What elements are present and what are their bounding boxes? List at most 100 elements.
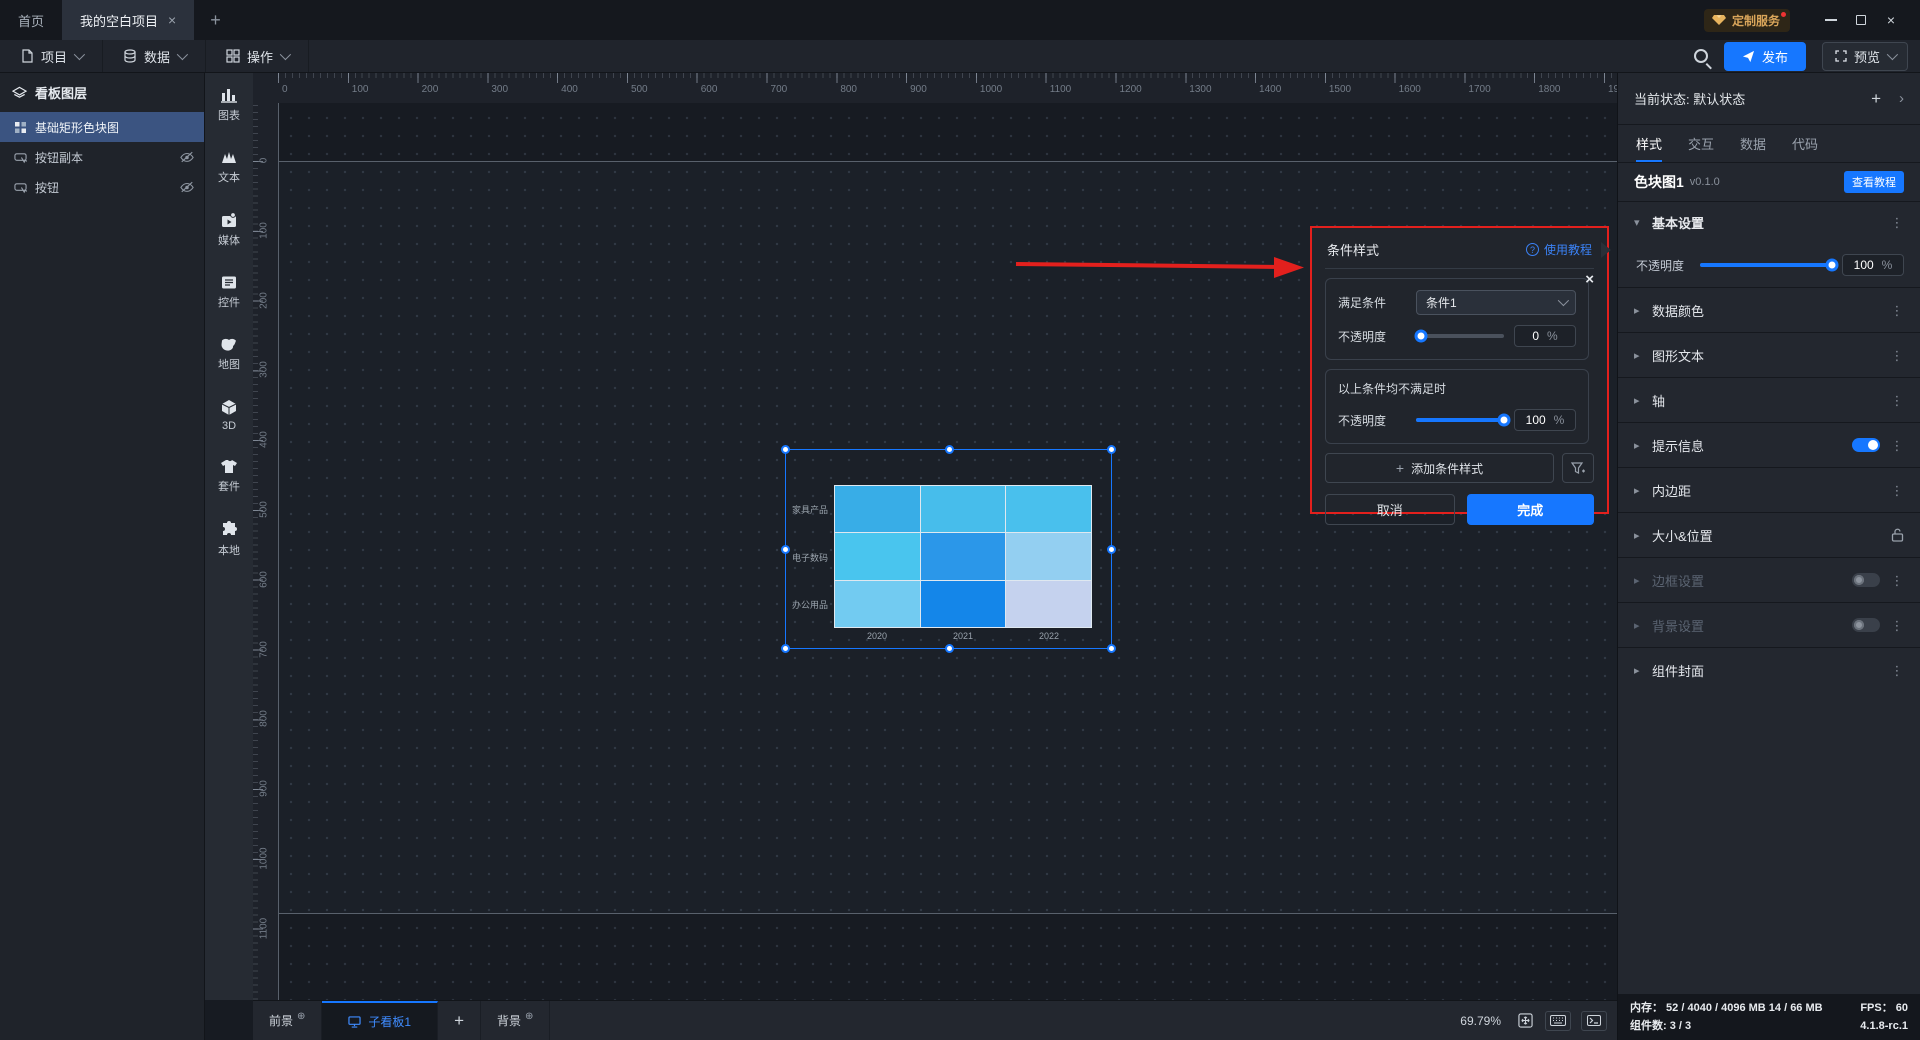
section-cover[interactable]: ▸ 组件封面 ⋮ [1618,647,1920,692]
resize-handle[interactable] [781,644,790,653]
toolbox-item-charts[interactable]: 图表 [218,87,240,123]
remove-condition-icon[interactable]: × [1585,272,1594,287]
filter-button[interactable] [1562,453,1594,483]
menu-data[interactable]: 数据 [103,40,206,72]
custom-service-label: 定制服务 [1732,12,1780,29]
section-basic-settings[interactable]: ▾ 基本设置 ⋮ [1618,201,1920,243]
toolbox-item-local[interactable]: 本地 [218,521,240,558]
ruler-label: 300 [491,84,508,95]
section-menu-icon[interactable]: ⋮ [1890,308,1904,313]
section-label: 组件封面 [1652,661,1704,680]
add-background-icon[interactable]: ⊕ [525,1011,533,1022]
section-graph-text[interactable]: ▸ 图形文本 ⋮ [1618,332,1920,377]
confirm-button[interactable]: 完成 [1467,494,1595,525]
ruler-label: 1000 [259,846,270,870]
fit-view-button[interactable] [1515,1011,1535,1031]
tab-interaction[interactable]: 交互 [1688,125,1714,162]
layer-item-button-copy[interactable]: 按钮副本 [0,142,204,172]
eye-off-icon[interactable] [180,181,194,193]
tab-home[interactable]: 首页 [0,0,62,40]
toolbox-item-media[interactable]: 媒体 [218,212,240,248]
collapse-arrow-icon: ▾ [1634,216,1644,229]
canvas[interactable]: 0100200300400500600700800900100011001200… [253,73,1617,1000]
condition-opacity-input[interactable]: 0% [1514,325,1576,347]
section-menu-icon[interactable]: ⋮ [1890,398,1904,403]
maximize-button[interactable] [1846,12,1876,28]
condition-opacity-slider[interactable] [1416,334,1504,338]
section-menu-icon[interactable]: ⋮ [1890,353,1904,358]
section-tooltip[interactable]: ▸ 提示信息 ⋮ [1618,422,1920,467]
tutorial-link[interactable]: ? 使用教程 [1526,241,1592,258]
eye-off-icon[interactable] [180,151,194,163]
foreground-tab[interactable]: 前景⊕ [253,1001,322,1040]
lock-icon[interactable] [1891,528,1904,542]
toolbox-item-text[interactable]: 文本 [218,150,240,185]
widget-icon [220,275,238,290]
layer-item-colorblock[interactable]: 基础矩形色块图 [0,112,204,142]
new-tab-button[interactable]: + [194,0,237,40]
toolbox-item-3d[interactable]: 3D [220,399,238,432]
section-background[interactable]: ▸ 背景设置 ⋮ [1618,602,1920,647]
layer-item-label: 基础矩形色块图 [35,119,119,136]
tab-project[interactable]: 我的空白项目 × [62,0,194,40]
section-size-position[interactable]: ▸ 大小&位置 [1618,512,1920,557]
horizontal-ruler: 0100200300400500600700800900100011001200… [278,73,1617,103]
cancel-button[interactable]: 取消 [1325,494,1455,525]
section-axis[interactable]: ▸ 轴 ⋮ [1618,377,1920,422]
minimize-button[interactable] [1816,12,1846,28]
resize-handle[interactable] [781,545,790,554]
condition-select[interactable]: 条件1 [1416,290,1576,315]
section-padding[interactable]: ▸ 内边距 ⋮ [1618,467,1920,512]
tab-style[interactable]: 样式 [1636,125,1662,162]
close-window-button[interactable]: × [1876,12,1906,28]
add-board-button[interactable]: + [438,1001,481,1040]
subboard-tab[interactable]: 子看板1 [322,1001,438,1040]
section-menu-icon[interactable]: ⋮ [1890,668,1904,673]
section-menu-icon[interactable]: ⋮ [1890,220,1904,225]
opacity-slider[interactable] [1700,263,1832,267]
resize-handle[interactable] [781,445,790,454]
section-menu-icon[interactable]: ⋮ [1890,578,1904,583]
fallback-opacity-slider[interactable] [1416,418,1504,422]
tab-close-icon[interactable]: × [168,12,176,28]
resize-handle[interactable] [945,644,954,653]
toolbox-item-map[interactable]: 地图 [218,337,240,372]
custom-service-badge[interactable]: 定制服务 [1704,9,1790,32]
background-tab[interactable]: 背景⊕ [481,1001,550,1040]
preview-button[interactable]: 预览 [1822,42,1908,71]
shortcuts-button[interactable] [1545,1011,1571,1031]
resize-handle[interactable] [1107,644,1116,653]
expand-states-icon[interactable]: › [1899,90,1904,107]
search-icon[interactable] [1694,49,1708,63]
publish-button[interactable]: 发布 [1724,42,1806,71]
zoom-level[interactable]: 69.79% [1460,1014,1501,1028]
opacity-value-input[interactable]: 100% [1842,254,1904,276]
tutorial-button[interactable]: 查看教程 [1844,171,1904,193]
menu-project[interactable]: 项目 [0,40,103,72]
add-state-button[interactable]: + [1871,89,1881,109]
section-border[interactable]: ▸ 边框设置 ⋮ [1618,557,1920,602]
console-button[interactable] [1581,1011,1607,1031]
tab-code[interactable]: 代码 [1792,125,1818,162]
toolbox-item-kits[interactable]: 套件 [218,459,240,494]
resize-handle[interactable] [945,445,954,454]
resize-handle[interactable] [1107,545,1116,554]
add-foreground-icon[interactable]: ⊕ [297,1011,305,1022]
ruler-label: 200 [422,84,439,95]
section-data-colors[interactable]: ▸ 数据颜色 ⋮ [1618,287,1920,332]
section-menu-icon[interactable]: ⋮ [1890,623,1904,628]
background-toggle[interactable] [1852,618,1880,632]
add-condition-button[interactable]: + 添加条件样式 [1325,453,1554,483]
fallback-opacity-input[interactable]: 100% [1514,409,1576,431]
toolbox-item-widgets[interactable]: 控件 [218,275,240,310]
tab-data[interactable]: 数据 [1740,125,1766,162]
section-menu-icon[interactable]: ⋮ [1890,443,1904,448]
layer-item-button[interactable]: 按钮 [0,172,204,202]
menu-actions[interactable]: 操作 [206,40,309,72]
section-menu-icon[interactable]: ⋮ [1890,488,1904,493]
selection-box[interactable] [785,449,1112,649]
component-version: v0.1.0 [1690,176,1720,188]
border-toggle[interactable] [1852,573,1880,587]
resize-handle[interactable] [1107,445,1116,454]
tooltip-toggle[interactable] [1852,438,1880,452]
